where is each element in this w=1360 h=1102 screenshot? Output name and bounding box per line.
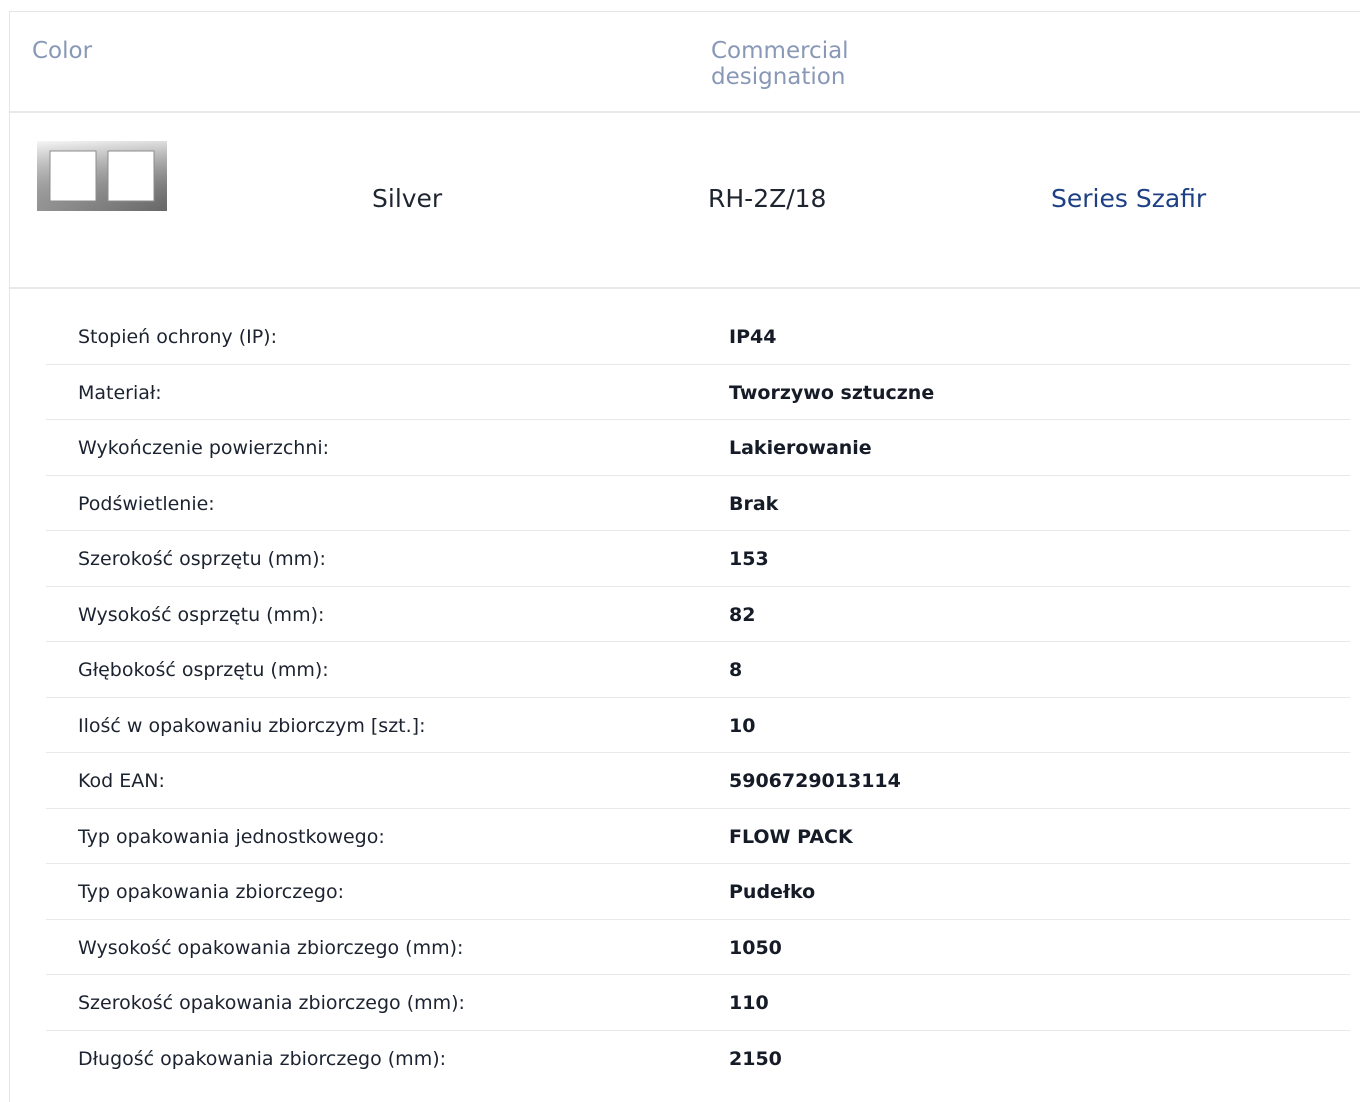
product-color-value: Silver xyxy=(372,184,443,213)
spec-row: Długość opakowania zbiorczego (mm): 2150 xyxy=(46,1031,1350,1087)
spec-label: Kod EAN: xyxy=(78,770,165,792)
spec-label: Materiał: xyxy=(78,381,162,404)
spec-label: Wysokość opakowania zbiorczego (mm): xyxy=(78,936,464,959)
spec-label: Typ opakowania jednostkowego: xyxy=(78,825,385,848)
spec-value: 153 xyxy=(729,548,769,570)
spec-value: 110 xyxy=(729,992,769,1014)
spec-row: Szerokość osprzętu (mm): 153 xyxy=(46,531,1350,587)
spec-value: Lakierowanie xyxy=(729,437,872,459)
spec-value: 1050 xyxy=(729,936,782,959)
specifications-list: Stopień ochrony (IP): IP44 Materiał: Tworzy… xyxy=(46,309,1350,1086)
spec-label: Głębokość osprzętu (mm): xyxy=(78,659,329,681)
spec-row: Podświetlenie: Brak xyxy=(46,476,1350,531)
spec-row: Szerokość opakowania zbiorczego (mm): 110 xyxy=(46,975,1350,1031)
spec-value: Brak xyxy=(729,492,779,515)
double-frame-silver-icon xyxy=(36,139,168,213)
product-row: Silver RH-2Z/18 Series Szafir xyxy=(10,113,1360,289)
spec-row: Typ opakowania jednostkowego: FLOW PACK xyxy=(46,809,1350,864)
spec-label: Stopień ochrony (IP): xyxy=(78,326,277,348)
color-column-header: Color xyxy=(32,38,93,64)
spec-value: 2150 xyxy=(729,1047,782,1070)
spec-label: Typ opakowania zbiorczego: xyxy=(78,881,344,903)
spec-value: 5906729013114 xyxy=(729,770,901,792)
spec-row: Wysokość opakowania zbiorczego (mm): 1050 xyxy=(46,920,1350,975)
spec-value: FLOW PACK xyxy=(729,825,853,848)
spec-label: Szerokość opakowania zbiorczego (mm): xyxy=(78,992,465,1014)
spec-value: 10 xyxy=(729,714,756,737)
spec-row: Wykończenie powierzchni: Lakierowanie xyxy=(46,420,1350,476)
spec-row: Głębokość osprzętu (mm): 8 xyxy=(46,642,1350,698)
spec-label: Wysokość osprzętu (mm): xyxy=(78,603,325,626)
spec-label: Ilość w opakowaniu zbiorczym [szt.]: xyxy=(78,714,426,737)
spec-row: Ilość w opakowaniu zbiorczym [szt.]: 10 xyxy=(46,698,1350,753)
spec-label: Podświetlenie: xyxy=(78,492,215,515)
spec-value: IP44 xyxy=(729,326,777,348)
series-link[interactable]: Series Szafir xyxy=(1051,184,1206,214)
spec-row: Kod EAN: 5906729013114 xyxy=(46,753,1350,809)
spec-value: 8 xyxy=(729,659,743,681)
spec-value: Pudełko xyxy=(729,881,816,903)
spec-row: Typ opakowania zbiorczego: Pudełko xyxy=(46,864,1350,920)
spec-value: Tworzywo sztuczne xyxy=(729,381,935,404)
spec-row: Stopień ochrony (IP): IP44 xyxy=(46,309,1350,365)
spec-label: Wykończenie powierzchni: xyxy=(78,437,330,459)
designation-column-header: Commercial designation xyxy=(711,38,849,90)
table-header: Color Commercial designation xyxy=(10,12,1360,113)
spec-value: 82 xyxy=(729,603,756,626)
spec-row: Materiał: Tworzywo sztuczne xyxy=(46,365,1350,420)
spec-label: Długość opakowania zbiorczego (mm): xyxy=(78,1047,447,1070)
spec-label: Szerokość osprzętu (mm): xyxy=(78,548,326,570)
product-code-value: RH-2Z/18 xyxy=(708,184,827,213)
spec-row: Wysokość osprzętu (mm): 82 xyxy=(46,587,1350,642)
